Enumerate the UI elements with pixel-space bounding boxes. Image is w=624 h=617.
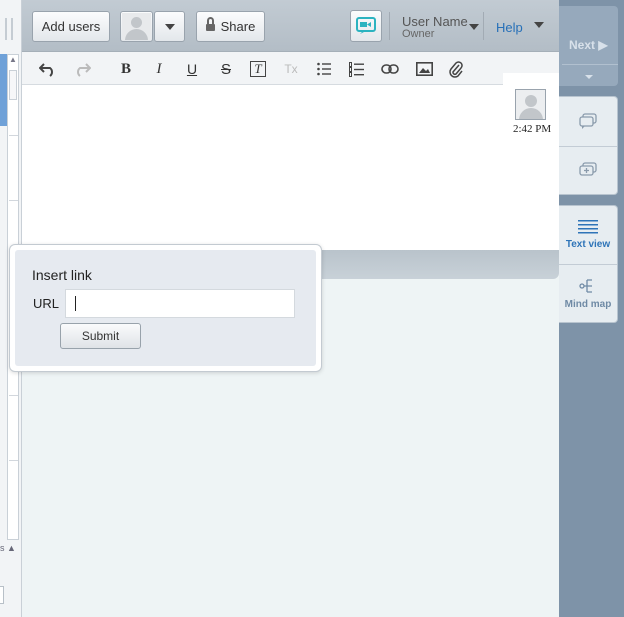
comments-icon	[579, 113, 597, 130]
help-link[interactable]: Help	[496, 20, 523, 35]
mind-map-label: Mind map	[564, 298, 612, 310]
message-stamp: 2:42 PM	[503, 73, 559, 138]
editor-content[interactable]: 2:42 PM	[22, 73, 559, 250]
drag-grip-icon[interactable]	[5, 18, 13, 40]
next-separator	[562, 64, 618, 65]
chevron-down-icon	[164, 23, 175, 30]
undo-icon[interactable]	[36, 57, 60, 81]
add-comment-button[interactable]	[559, 147, 617, 194]
gutter-tick	[9, 395, 18, 396]
bullet-list-icon[interactable]	[312, 57, 336, 81]
underline-button[interactable]: U	[180, 57, 204, 81]
gutter-tick	[9, 460, 18, 461]
toolbar-divider	[483, 12, 484, 40]
italic-button[interactable]: I	[147, 57, 171, 81]
next-button[interactable]: Next ▶	[559, 6, 618, 86]
next-chevron-down-icon[interactable]	[585, 75, 593, 79]
video-call-button[interactable]	[350, 10, 382, 42]
help-chevron-icon[interactable]	[534, 22, 544, 28]
text-view-label: Text view	[565, 239, 611, 251]
text-view-button[interactable]: Text view	[559, 206, 617, 264]
numbered-list-icon[interactable]	[344, 57, 368, 81]
gutter-collapsed-text[interactable]: s ▲	[0, 543, 16, 553]
top-toolbar: Add users Share User Name Owner Help	[22, 0, 559, 52]
view-switcher: Text view Mind map	[559, 205, 618, 323]
url-input[interactable]	[65, 289, 295, 318]
editor-toolbar: B I U S T Tx	[22, 52, 559, 85]
text-lines-icon	[578, 220, 598, 234]
user-name[interactable]: User Name	[402, 14, 468, 29]
dialog-body: Insert link URL Submit	[15, 250, 316, 366]
text-style-button[interactable]: T	[246, 57, 270, 81]
comments-panel	[559, 96, 618, 195]
message-time: 2:42 PM	[513, 123, 552, 135]
author-avatar-icon	[515, 89, 546, 120]
text-style-icon: T	[250, 61, 266, 77]
lock-icon	[205, 16, 215, 32]
video-camera-icon	[356, 17, 376, 34]
bold-button[interactable]: B	[114, 57, 138, 81]
selected-indicator	[0, 54, 7, 126]
avatar-icon	[122, 13, 151, 40]
user-menu-chevron-icon[interactable]	[469, 24, 479, 30]
dialog-title: Insert link	[32, 267, 92, 283]
next-label: Next ▶	[569, 38, 608, 52]
url-label: URL	[33, 296, 60, 311]
scroll-thumb[interactable]	[9, 70, 17, 100]
add-users-button[interactable]: Add users	[32, 11, 110, 42]
submit-button[interactable]: Submit	[60, 323, 141, 349]
redo-icon[interactable]	[70, 57, 94, 81]
user-avatar-button[interactable]	[120, 11, 153, 42]
comments-button[interactable]	[559, 97, 617, 146]
user-role: Owner	[402, 28, 435, 40]
image-icon[interactable]	[412, 57, 436, 81]
avatar-dropdown-button[interactable]	[154, 11, 185, 42]
add-comment-icon	[579, 162, 597, 177]
mind-map-button[interactable]: Mind map	[559, 264, 617, 322]
gutter-collapsed-box[interactable]	[0, 586, 4, 604]
mind-map-icon	[579, 279, 592, 293]
toolbar-divider	[389, 12, 390, 40]
strikethrough-button[interactable]: S	[214, 57, 238, 81]
scroll-up-icon[interactable]: ▲	[9, 56, 17, 64]
gutter-tick	[9, 200, 18, 201]
right-panel: Next ▶ Text view Mind map	[559, 0, 624, 617]
text-cursor	[75, 296, 76, 311]
paperclip-icon[interactable]	[444, 57, 468, 81]
insert-link-dialog: Insert link URL Submit	[9, 244, 322, 372]
share-label: Share	[220, 19, 256, 34]
share-button[interactable]: Share	[196, 11, 265, 42]
link-icon[interactable]	[378, 57, 402, 81]
clear-format-button[interactable]: Tx	[279, 57, 303, 81]
gutter-tick	[9, 135, 18, 136]
